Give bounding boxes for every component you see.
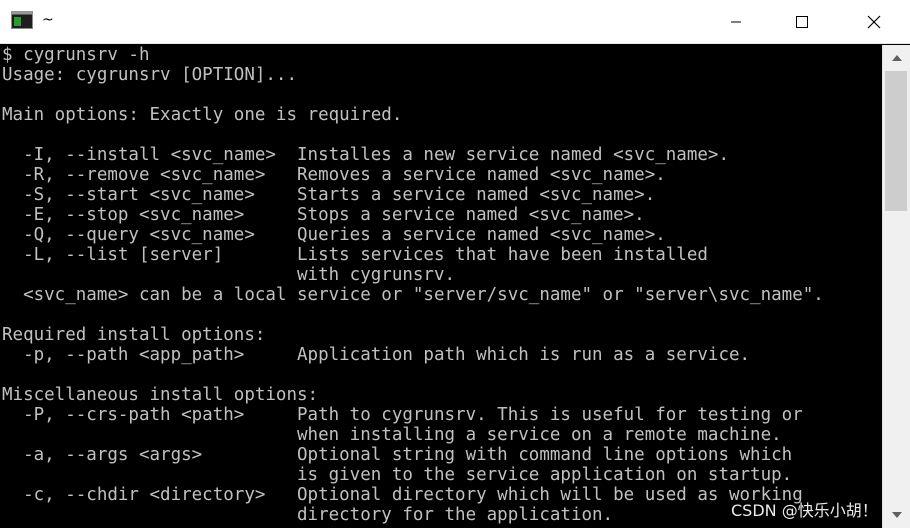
terminal-line: -R, --remove <svc_name> Removes a servic… (2, 165, 666, 185)
terminal-line: -P, --crs-path <path> Path to cygrunsrv.… (2, 405, 803, 425)
terminal-line: -p, --path <app_path> Application path w… (2, 345, 751, 365)
minimize-button[interactable] (713, 0, 759, 44)
title-bar[interactable]: ~ (0, 0, 910, 44)
close-icon (867, 15, 881, 29)
terminal-line: -S, --start <svc_name> Starts a service … (2, 185, 656, 205)
terminal-line: -a, --args <args> Optional string with c… (2, 445, 793, 465)
terminal-line: Miscellaneous install options: (2, 385, 319, 405)
chevron-down-icon (891, 512, 902, 518)
terminal-icon[interactable] (11, 11, 33, 29)
scroll-down-button[interactable] (883, 502, 910, 528)
watermark: CSDN @快乐小胡！ (731, 501, 878, 520)
terminal-window: ~ $ cygrunsrv -h Usage: cygrunsrv [OPTION… (0, 0, 910, 528)
minimize-icon (731, 21, 741, 23)
scrollbar-thumb[interactable] (885, 71, 907, 211)
window-title: ~ (42, 12, 54, 28)
terminal-lines: $ cygrunsrv -h Usage: cygrunsrv [OPTION].… (0, 45, 882, 525)
terminal-line: -Q, --query <svc_name> Queries a service… (2, 225, 666, 245)
terminal-line: when installing a service on a remote ma… (2, 425, 782, 445)
maximize-button[interactable] (779, 0, 825, 44)
terminal-line: <svc_name> can be a local service or "se… (2, 285, 824, 305)
terminal-line: Required install options: (2, 325, 266, 345)
terminal-line: -I, --install <svc_name> Installes a new… (2, 145, 729, 165)
terminal-line: is given to the service application on s… (2, 465, 793, 485)
terminal-line: with cygrunsrv. (2, 265, 456, 285)
terminal-line: Usage: cygrunsrv [OPTION]... (2, 65, 298, 85)
maximize-icon (796, 16, 808, 28)
chevron-up-icon (891, 55, 902, 61)
scroll-up-button[interactable] (883, 45, 910, 71)
terminal-output[interactable]: $ cygrunsrv -h Usage: cygrunsrv [OPTION].… (0, 45, 882, 528)
terminal-line: Main options: Exactly one is required. (2, 105, 403, 125)
terminal-line: -L, --list [server] Lists services that … (2, 245, 708, 265)
terminal-line: -E, --stop <svc_name> Stops a service na… (2, 205, 645, 225)
vertical-scrollbar[interactable] (882, 45, 910, 528)
close-button[interactable] (851, 0, 897, 44)
terminal-line: $ cygrunsrv -h (2, 45, 150, 65)
